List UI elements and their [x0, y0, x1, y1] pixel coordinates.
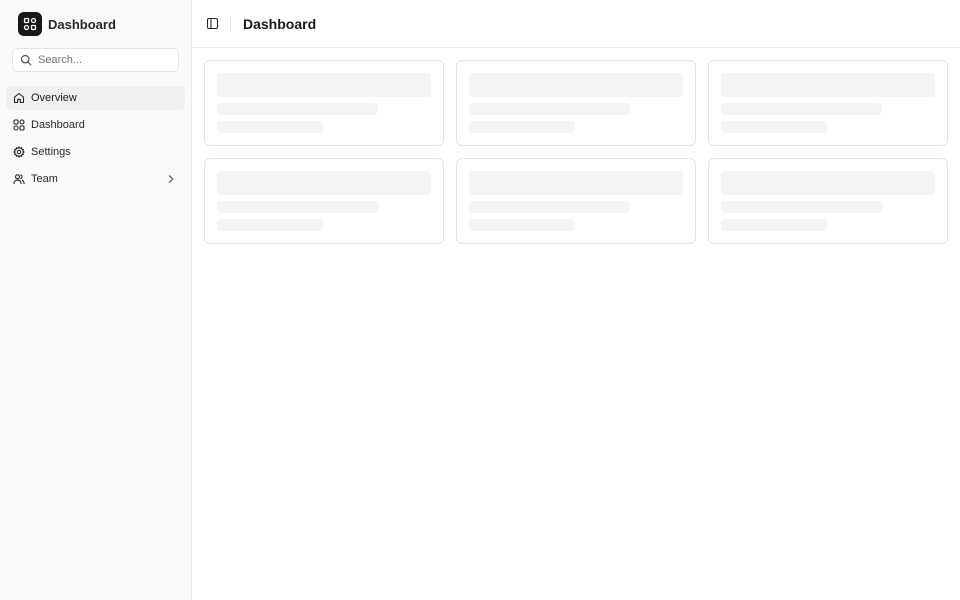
skeleton-line	[469, 219, 575, 231]
skeleton-card	[456, 158, 696, 244]
sidebar-toggle-icon[interactable]	[204, 16, 220, 32]
layout-grid-icon	[12, 119, 25, 132]
search-input[interactable]	[38, 54, 168, 66]
skeleton-title	[721, 73, 935, 97]
search-box[interactable]	[12, 48, 179, 72]
sidebar-nav: Overview Dashboard Settings Team	[6, 86, 185, 191]
skeleton-line	[469, 121, 575, 133]
skeleton-line	[217, 219, 323, 231]
main-content: Dashboard	[192, 0, 960, 600]
skeleton-card	[204, 158, 444, 244]
sidebar-item-label: Settings	[31, 146, 71, 158]
gear-icon	[12, 146, 25, 159]
skeleton-line	[721, 201, 882, 213]
app-shell: Dashboard Overview	[0, 0, 960, 600]
sidebar-item-overview[interactable]: Overview	[6, 86, 185, 110]
card-grid	[192, 48, 960, 244]
skeleton-line	[217, 201, 378, 213]
sidebar-item-team[interactable]: Team	[6, 167, 185, 191]
skeleton-line	[721, 121, 827, 133]
skeleton-card	[204, 60, 444, 146]
sidebar-item-dashboard[interactable]: Dashboard	[6, 113, 185, 137]
page-header: Dashboard	[192, 0, 960, 48]
skeleton-title	[469, 171, 683, 195]
home-icon	[12, 92, 25, 105]
users-icon	[12, 173, 25, 186]
skeleton-line	[217, 103, 378, 115]
skeleton-title	[469, 73, 683, 97]
sidebar-item-label: Dashboard	[31, 119, 85, 131]
search-icon	[19, 53, 33, 67]
skeleton-title	[721, 171, 935, 195]
sidebar-item-label: Team	[31, 173, 58, 185]
page-title: Dashboard	[243, 15, 317, 32]
brand-title: Dashboard	[48, 16, 116, 32]
skeleton-title	[217, 73, 431, 97]
skeleton-line	[721, 219, 827, 231]
skeleton-line	[469, 201, 630, 213]
skeleton-title	[217, 171, 431, 195]
skeleton-line	[721, 103, 882, 115]
header-divider	[230, 16, 231, 31]
skeleton-card	[708, 158, 948, 244]
layout-grid-icon	[18, 12, 42, 36]
skeleton-line	[217, 121, 323, 133]
sidebar: Dashboard Overview	[0, 0, 192, 600]
chevron-right-icon[interactable]	[165, 173, 177, 185]
sidebar-item-label: Overview	[31, 92, 77, 104]
skeleton-card	[456, 60, 696, 146]
skeleton-line	[469, 103, 630, 115]
skeleton-card	[708, 60, 948, 146]
sidebar-item-settings[interactable]: Settings	[6, 140, 185, 164]
brand[interactable]: Dashboard	[18, 12, 185, 36]
